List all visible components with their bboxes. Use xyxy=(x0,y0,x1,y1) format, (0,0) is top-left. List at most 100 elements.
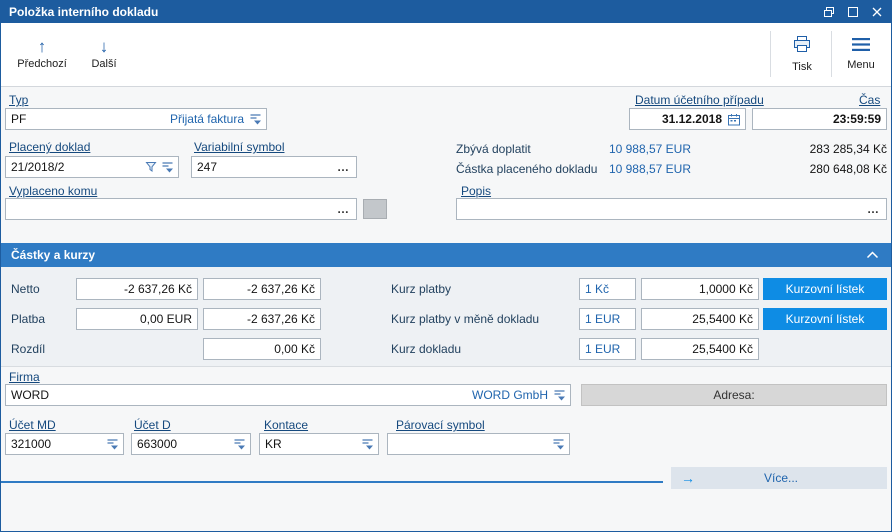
time-field[interactable]: 23:59:59 xyxy=(752,108,887,130)
account-d-field[interactable]: 663000 xyxy=(131,433,251,455)
document-currency-rate-field[interactable]: 25,5400 Kč xyxy=(641,308,759,330)
pairing-symbol-label[interactable]: Párovací symbol xyxy=(396,418,485,432)
netto-value-1: -2 637,26 Kč xyxy=(123,282,192,296)
company-code-value: WORD xyxy=(11,388,49,402)
pairing-symbol-field[interactable] xyxy=(387,433,570,455)
section-header-amounts[interactable]: Částky a kurzy xyxy=(1,243,891,267)
payment-field-1[interactable]: 0,00 EUR xyxy=(76,308,198,330)
more-button[interactable]: → Více... xyxy=(671,467,887,489)
ellipsis-button[interactable]: … xyxy=(337,202,356,216)
paid-document-value: 21/2018/2 xyxy=(11,160,65,174)
paid-document-field[interactable]: 21/2018/2 xyxy=(5,156,179,178)
time-label[interactable]: Čas xyxy=(859,93,880,107)
type-code-value: PF xyxy=(11,112,27,126)
netto-value-2: -2 637,26 Kč xyxy=(246,282,315,296)
account-md-field[interactable]: 321000 xyxy=(5,433,124,455)
arrow-right-icon: → xyxy=(681,470,695,486)
document-rate-unit-field[interactable]: 1 EUR xyxy=(579,338,636,360)
arrow-down-icon: ↓ xyxy=(99,36,109,56)
remaining-to-pay-label: Zbývá doplatit xyxy=(456,142,531,156)
variable-symbol-value: 247 xyxy=(197,160,218,174)
type-field[interactable]: PF Přijatá faktura xyxy=(5,108,267,130)
section-title: Částky a kurzy xyxy=(11,248,96,262)
type-name-value: Přijatá faktura xyxy=(169,112,244,126)
payment-rate-label: Kurz platby xyxy=(391,282,452,296)
difference-value: 0,00 Kč xyxy=(274,342,315,356)
paid-document-amount-czk: 280 648,08 Kč xyxy=(809,162,887,176)
address-label: Adresa: xyxy=(713,388,755,402)
type-label[interactable]: Typ xyxy=(9,93,28,107)
accounting-date-label[interactable]: Datum účetního případu xyxy=(635,93,764,107)
dropdown-icon[interactable] xyxy=(553,389,570,401)
dropdown-icon[interactable] xyxy=(106,438,123,450)
address-panel[interactable]: Adresa: xyxy=(581,384,887,406)
previous-label: Předchozí xyxy=(17,57,67,70)
calendar-icon[interactable] xyxy=(727,113,745,126)
company-field[interactable]: WORD WORD GmbH xyxy=(5,384,571,406)
menu-button[interactable]: Menu xyxy=(835,27,887,81)
maximize-icon[interactable] xyxy=(847,6,859,18)
next-button[interactable]: ↓ Další xyxy=(81,27,127,81)
netto-field-2[interactable]: -2 637,26 Kč xyxy=(203,278,321,300)
payment-field-2[interactable]: -2 637,26 Kč xyxy=(203,308,321,330)
remaining-to-pay-eur: 10 988,57 EUR xyxy=(608,142,691,156)
document-currency-rate-unit: 1 EUR xyxy=(585,312,621,326)
posting-field[interactable]: KR xyxy=(259,433,379,455)
paid-to-whom-field[interactable]: … xyxy=(5,198,357,220)
netto-label: Netto xyxy=(11,282,40,296)
accounting-date-value: 31.12.2018 xyxy=(661,112,722,126)
netto-field-1[interactable]: -2 637,26 Kč xyxy=(76,278,198,300)
divider-line xyxy=(1,481,663,483)
payment-rate-unit-field[interactable]: 1 Kč xyxy=(579,278,636,300)
document-rate-field[interactable]: 25,5400 Kč xyxy=(641,338,759,360)
menu-label: Menu xyxy=(847,58,875,71)
paid-to-whom-aux-button[interactable] xyxy=(363,199,387,219)
dropdown-icon[interactable] xyxy=(552,438,569,450)
account-md-label[interactable]: Účet MD xyxy=(9,418,56,432)
collapse-chevron-icon[interactable] xyxy=(866,251,891,259)
close-icon[interactable] xyxy=(871,6,883,18)
arrow-up-icon: ↑ xyxy=(37,36,47,56)
payment-rate-value: 1,0000 Kč xyxy=(698,282,753,296)
paid-document-label[interactable]: Placený doklad xyxy=(9,140,90,154)
account-d-value: 663000 xyxy=(137,437,178,451)
toolbar-separator xyxy=(770,31,771,77)
account-d-label[interactable]: Účet D xyxy=(134,418,171,432)
posting-label[interactable]: Kontace xyxy=(264,418,308,432)
variable-symbol-field[interactable]: 247 … xyxy=(191,156,357,178)
dropdown-icon[interactable] xyxy=(161,161,178,173)
paid-document-amount-eur: 10 988,57 EUR xyxy=(608,162,691,176)
document-currency-rate-value: 25,5400 Kč xyxy=(692,312,753,326)
payment-rate-field[interactable]: 1,0000 Kč xyxy=(641,278,759,300)
exchange-rate-list-button[interactable]: Kurzovní lístek xyxy=(763,308,887,330)
company-label[interactable]: Firma xyxy=(9,370,40,384)
description-field[interactable]: … xyxy=(456,198,887,220)
filter-icon[interactable] xyxy=(145,161,161,173)
ellipsis-button[interactable]: … xyxy=(867,202,886,216)
payment-value-1: 0,00 EUR xyxy=(139,312,192,326)
payment-label: Platba xyxy=(11,312,46,326)
window-title: Položka interního dokladu xyxy=(9,5,159,19)
remaining-to-pay-czk: 283 285,34 Kč xyxy=(809,142,887,156)
document-rate-label: Kurz dokladu xyxy=(391,342,462,356)
document-currency-rate-label: Kurz platby v měně dokladu xyxy=(391,312,540,326)
previous-button[interactable]: ↑ Předchozí xyxy=(9,27,75,81)
difference-label: Rozdíl xyxy=(11,342,46,356)
accounting-date-field[interactable]: 31.12.2018 xyxy=(629,108,746,130)
dropdown-icon[interactable] xyxy=(233,438,250,450)
difference-field[interactable]: 0,00 Kč xyxy=(203,338,321,360)
print-button[interactable]: Tisk xyxy=(777,27,827,81)
posting-value: KR xyxy=(265,437,282,451)
exchange-rate-list-button[interactable]: Kurzovní lístek xyxy=(763,278,887,300)
description-label[interactable]: Popis xyxy=(461,184,491,198)
time-value: 23:59:59 xyxy=(832,112,881,126)
ellipsis-button[interactable]: … xyxy=(337,160,356,174)
document-currency-rate-unit-field[interactable]: 1 EUR xyxy=(579,308,636,330)
dropdown-icon[interactable] xyxy=(249,113,266,125)
variable-symbol-label[interactable]: Variabilní symbol xyxy=(194,140,284,154)
window: Položka interního dokladu ↑ Předchozí ↓ … xyxy=(0,0,892,532)
window-controls xyxy=(823,6,891,18)
dropdown-icon[interactable] xyxy=(361,438,378,450)
restore-icon[interactable] xyxy=(823,6,835,18)
paid-to-whom-label[interactable]: Vyplaceno komu xyxy=(9,184,97,198)
